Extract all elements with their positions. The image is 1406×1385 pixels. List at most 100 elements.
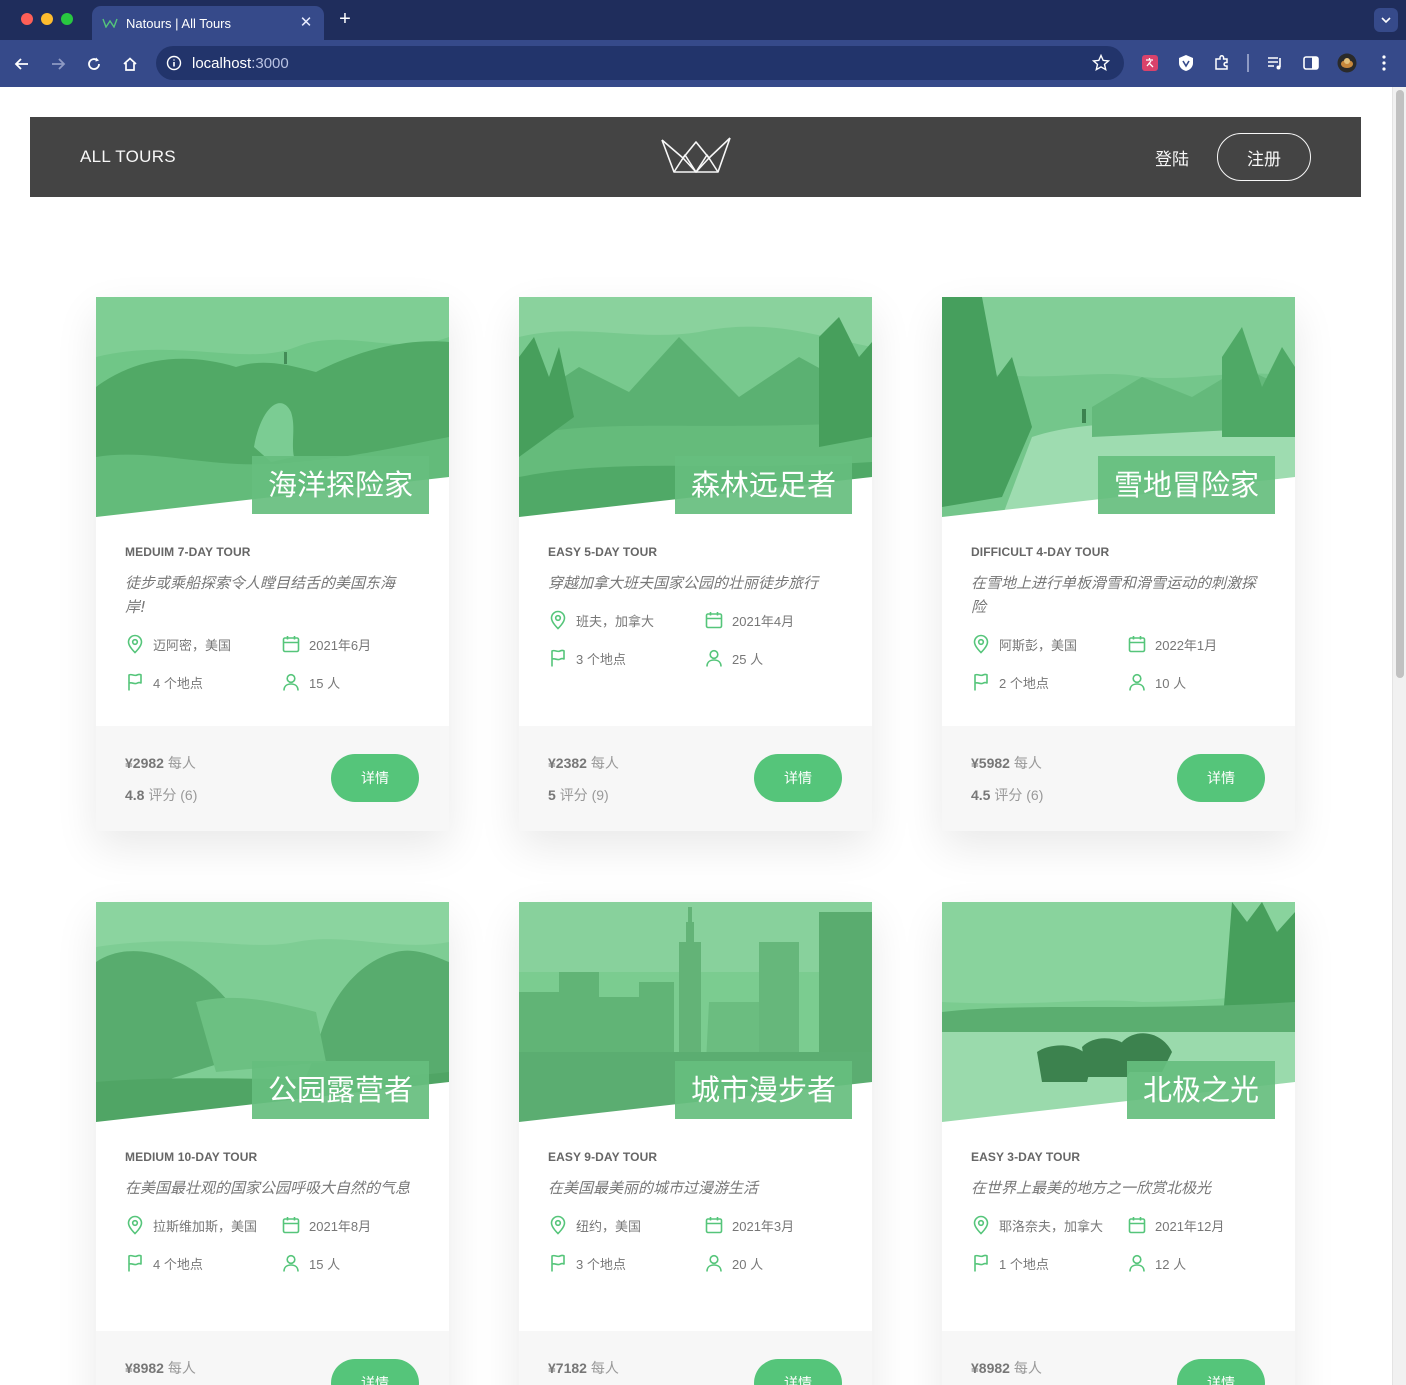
- all-tours-link[interactable]: ALL TOURS: [80, 147, 176, 167]
- tour-card-details: DIFFICULT 4-DAY TOUR 在雪地上进行单板滑雪和滑雪运动的刺激探…: [942, 517, 1295, 726]
- natours-favicon-icon: [102, 17, 118, 29]
- tour-card-details: EASY 3-DAY TOUR 在世界上最美的地方之一欣赏北极光 耶洛奈夫，加拿…: [942, 1122, 1295, 1331]
- tour-details-button[interactable]: 详情: [331, 754, 419, 802]
- tour-details-button[interactable]: 详情: [754, 754, 842, 802]
- tour-card-footer: ¥2982 每人 4.8 评分 (6) 详情: [96, 726, 449, 831]
- tab-close-icon[interactable]: ✕: [298, 15, 314, 31]
- tour-card-image: 海洋探险家: [96, 297, 449, 517]
- tour-stops: 1 个地点: [971, 1252, 1127, 1274]
- flag-icon: [974, 1254, 988, 1272]
- back-arrow-icon[interactable]: [10, 52, 34, 76]
- tour-summary: 徒步或乘船探索令人瞠目结舌的美国东海岸!: [125, 574, 396, 616]
- tour-info-grid: 纽约，美国 2021年3月 3 个地点 20 人: [548, 1214, 843, 1274]
- user-icon: [706, 1254, 722, 1272]
- user-icon: [283, 1254, 299, 1272]
- profile-avatar[interactable]: [1336, 52, 1358, 74]
- map-pin-icon: [127, 634, 143, 654]
- tour-stops: 4 个地点: [125, 671, 281, 693]
- forward-arrow-icon[interactable]: [46, 52, 70, 76]
- tour-location: 班夫，加拿大: [548, 609, 704, 631]
- tour-info-grid: 耶洛奈夫，加拿大 2021年12月 1 个地点 12 人: [971, 1214, 1266, 1274]
- natours-logo-icon[interactable]: [661, 136, 731, 174]
- reload-icon[interactable]: [82, 52, 106, 76]
- flag-icon: [128, 673, 142, 691]
- tour-details-button[interactable]: 详情: [1177, 754, 1265, 802]
- site-header: ALL TOURS 登陆 注册: [30, 117, 1361, 197]
- tour-subtitle: EASY 9-DAY TOUR: [548, 1150, 658, 1164]
- signup-button[interactable]: 注册: [1217, 133, 1311, 181]
- tour-subtitle: DIFFICULT 4-DAY TOUR: [971, 545, 1110, 559]
- tour-card-details: MEDUIM 7-DAY TOUR 徒步或乘船探索令人瞠目结舌的美国东海岸! 迈…: [96, 517, 449, 726]
- media-control-icon[interactable]: [1264, 52, 1286, 74]
- tab-search-button[interactable]: [1374, 8, 1398, 32]
- flag-icon: [974, 673, 988, 691]
- tour-date: 2021年4月: [704, 609, 844, 631]
- extensions-puzzle-icon[interactable]: [1211, 52, 1233, 74]
- home-icon[interactable]: [118, 52, 142, 76]
- tour-location: 迈阿密，美国: [125, 633, 281, 655]
- scrollbar-thumb[interactable]: [1396, 90, 1404, 678]
- tour-card: 公园露营者 MEDIUM 10-DAY TOUR 在美国最壮观的国家公园呼吸大自…: [96, 902, 449, 1385]
- close-window-button[interactable]: [21, 13, 33, 25]
- user-icon: [1129, 673, 1145, 691]
- tour-date: 2021年3月: [704, 1214, 844, 1236]
- tour-summary: 在雪地上进行单板滑雪和滑雪运动的刺激探险: [971, 574, 1257, 616]
- tour-stops: 3 个地点: [548, 647, 704, 669]
- maximize-window-button[interactable]: [61, 13, 73, 25]
- tour-card: 北极之光 EASY 3-DAY TOUR 在世界上最美的地方之一欣赏北极光 耶洛…: [942, 902, 1295, 1385]
- tour-subtitle: MEDUIM 7-DAY TOUR: [125, 545, 251, 559]
- url-host: localhost: [192, 54, 252, 72]
- flag-icon: [128, 1254, 142, 1272]
- url-port: :3000: [251, 54, 289, 72]
- tour-group-size: 10 人: [1127, 671, 1267, 693]
- tour-name: 森林远足者: [674, 456, 852, 514]
- tour-location: 阿斯彭，美国: [971, 633, 1127, 655]
- user-icon: [706, 649, 722, 667]
- tour-card: 海洋探险家 MEDUIM 7-DAY TOUR 徒步或乘船探索令人瞠目结舌的美国…: [96, 297, 449, 831]
- page-scrollbar[interactable]: [1392, 87, 1406, 1385]
- new-tab-button[interactable]: +: [334, 8, 356, 30]
- flag-icon: [551, 1254, 565, 1272]
- minimize-window-button[interactable]: [41, 13, 53, 25]
- tour-details-button[interactable]: 详情: [331, 1359, 419, 1385]
- side-panel-icon[interactable]: [1300, 52, 1322, 74]
- user-icon: [1129, 1254, 1145, 1272]
- tour-card: 城市漫步者 EASY 9-DAY TOUR 在美国最美丽的城市过漫游生活 纽约，…: [519, 902, 872, 1385]
- site-info-icon[interactable]: [166, 55, 182, 75]
- browser-window: Natours | All Tours ✕ + localhost:3000: [0, 0, 1406, 87]
- tour-card-image: 公园露营者: [96, 902, 449, 1122]
- calendar-icon: [705, 1217, 723, 1234]
- login-link[interactable]: 登陆: [1155, 145, 1189, 170]
- shield-extension-icon[interactable]: [1175, 52, 1197, 74]
- chevron-down-icon: [1381, 17, 1391, 23]
- translate-extension-icon[interactable]: [1139, 52, 1161, 74]
- tour-info-grid: 迈阿密，美国 2021年6月 4 个地点 15 人: [125, 633, 420, 693]
- tour-card-footer: ¥7182 每人 4.6 评分 (5) 详情: [519, 1331, 872, 1385]
- tour-card-details: EASY 5-DAY TOUR 穿越加拿大班夫国家公园的壮丽徒步旅行 班夫，加拿…: [519, 517, 872, 726]
- map-pin-icon: [550, 610, 566, 630]
- tour-card-footer: ¥8982 每人 4.7 评分 (7) 详情: [942, 1331, 1295, 1385]
- browser-menu-icon[interactable]: [1373, 52, 1395, 74]
- tour-card-footer: ¥5982 每人 4.5 评分 (6) 详情: [942, 726, 1295, 831]
- tour-group-size: 15 人: [281, 1252, 421, 1274]
- tour-details-button[interactable]: 详情: [754, 1359, 842, 1385]
- tour-info-grid: 班夫，加拿大 2021年4月 3 个地点 25 人: [548, 609, 843, 669]
- calendar-icon: [282, 636, 300, 653]
- calendar-icon: [1128, 636, 1146, 653]
- tab-bar: Natours | All Tours ✕ +: [0, 0, 1406, 40]
- tour-stops: 4 个地点: [125, 1252, 281, 1274]
- tour-group-size: 15 人: [281, 671, 421, 693]
- tour-details-button[interactable]: 详情: [1177, 1359, 1265, 1385]
- browser-tab[interactable]: Natours | All Tours ✕: [92, 6, 324, 40]
- map-pin-icon: [127, 1215, 143, 1235]
- address-bar[interactable]: localhost:3000: [156, 46, 1124, 80]
- bookmark-star-icon[interactable]: [1091, 53, 1111, 76]
- tour-group-size: 25 人: [704, 647, 844, 669]
- tab-title: Natours | All Tours: [126, 15, 232, 31]
- calendar-icon: [1128, 1217, 1146, 1234]
- map-pin-icon: [973, 1215, 989, 1235]
- tour-stops: 2 个地点: [971, 671, 1127, 693]
- tour-card-details: EASY 9-DAY TOUR 在美国最美丽的城市过漫游生活 纽约，美国 202…: [519, 1122, 872, 1331]
- tour-subtitle: MEDIUM 10-DAY TOUR: [125, 1150, 258, 1164]
- user-icon: [283, 673, 299, 691]
